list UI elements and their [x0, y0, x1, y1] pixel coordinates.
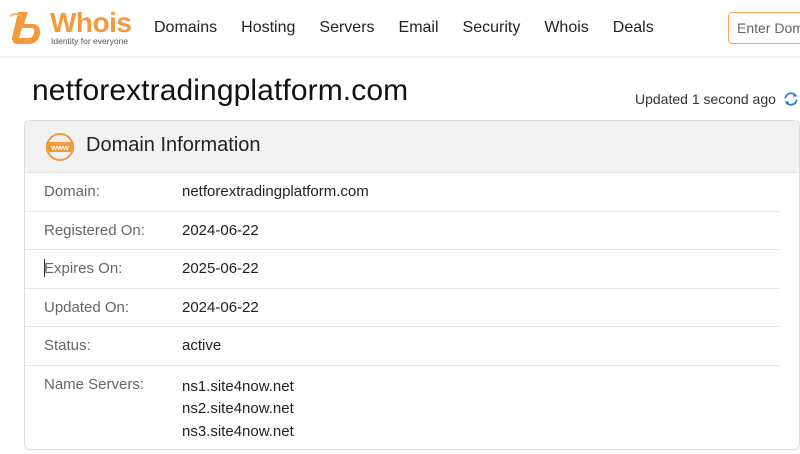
row-value: 2024-06-22: [182, 221, 259, 239]
row-value: netforextradingplatform.com: [182, 183, 369, 200]
table-row-name-servers: Name Servers: ns1.site4now.net ns2.site4…: [25, 366, 780, 446]
row-label: Updated On:: [44, 298, 130, 316]
row-label: Domain:: [44, 183, 100, 200]
updated-text: Updated 1 second ago: [635, 91, 776, 107]
site-header: Whois Identity for everyone Domains Host…: [0, 0, 800, 56]
nav-security[interactable]: Security: [463, 19, 521, 37]
card-header: www Domain Information: [25, 121, 799, 173]
table-row: Registered On: 2024-06-22: [25, 212, 780, 250]
name-server-list: ns1.site4now.net ns2.site4now.net ns3.si…: [182, 376, 294, 444]
card-title: Domain Information: [86, 134, 261, 156]
row-label: Registered On:: [44, 221, 145, 239]
nav-hosting[interactable]: Hosting: [241, 19, 295, 37]
www-globe-icon: www: [46, 133, 74, 161]
updated-status: Updated 1 second ago: [635, 90, 800, 108]
domain-information-card: www Domain Information Domain: netforext…: [24, 120, 800, 450]
row-value: 2025-06-22: [182, 260, 259, 277]
refresh-icon[interactable]: [782, 90, 800, 108]
nav-deals[interactable]: Deals: [613, 19, 654, 37]
table-row: Updated On: 2024-06-22: [25, 289, 780, 327]
table-row: Domain: netforextradingplatform.com: [25, 173, 780, 212]
nav-servers[interactable]: Servers: [319, 19, 374, 37]
nav-whois[interactable]: Whois: [544, 19, 588, 37]
nav-domains[interactable]: Domains: [154, 19, 217, 37]
name-server-item: ns2.site4now.net: [182, 400, 294, 417]
whois-logo[interactable]: Whois Identity for everyone: [8, 7, 132, 48]
row-label: Status:: [44, 337, 91, 354]
main-nav: Domains Hosting Servers Email Security W…: [142, 0, 666, 56]
table-row: Status: active: [25, 327, 780, 366]
name-server-item: ns1.site4now.net: [182, 377, 294, 395]
nav-email[interactable]: Email: [399, 19, 439, 37]
name-server-item: ns3.site4now.net: [182, 422, 294, 440]
logo-tagline: Identity for everyone: [51, 36, 129, 46]
row-label: Expires On:: [44, 260, 123, 277]
logo-mark-icon: [9, 12, 41, 44]
row-label: Name Servers:: [44, 375, 145, 393]
page-title: netforextradingplatform.com: [32, 74, 409, 107]
table-row: Expires On: 2025-06-22: [25, 250, 780, 289]
domain-search-input[interactable]: [729, 13, 800, 43]
row-value: 2024-06-22: [182, 298, 259, 316]
svg-text:www: www: [50, 143, 69, 152]
domain-search-box[interactable]: [728, 12, 800, 44]
logo-wordmark: Whois: [50, 7, 132, 38]
row-value: active: [182, 337, 222, 354]
